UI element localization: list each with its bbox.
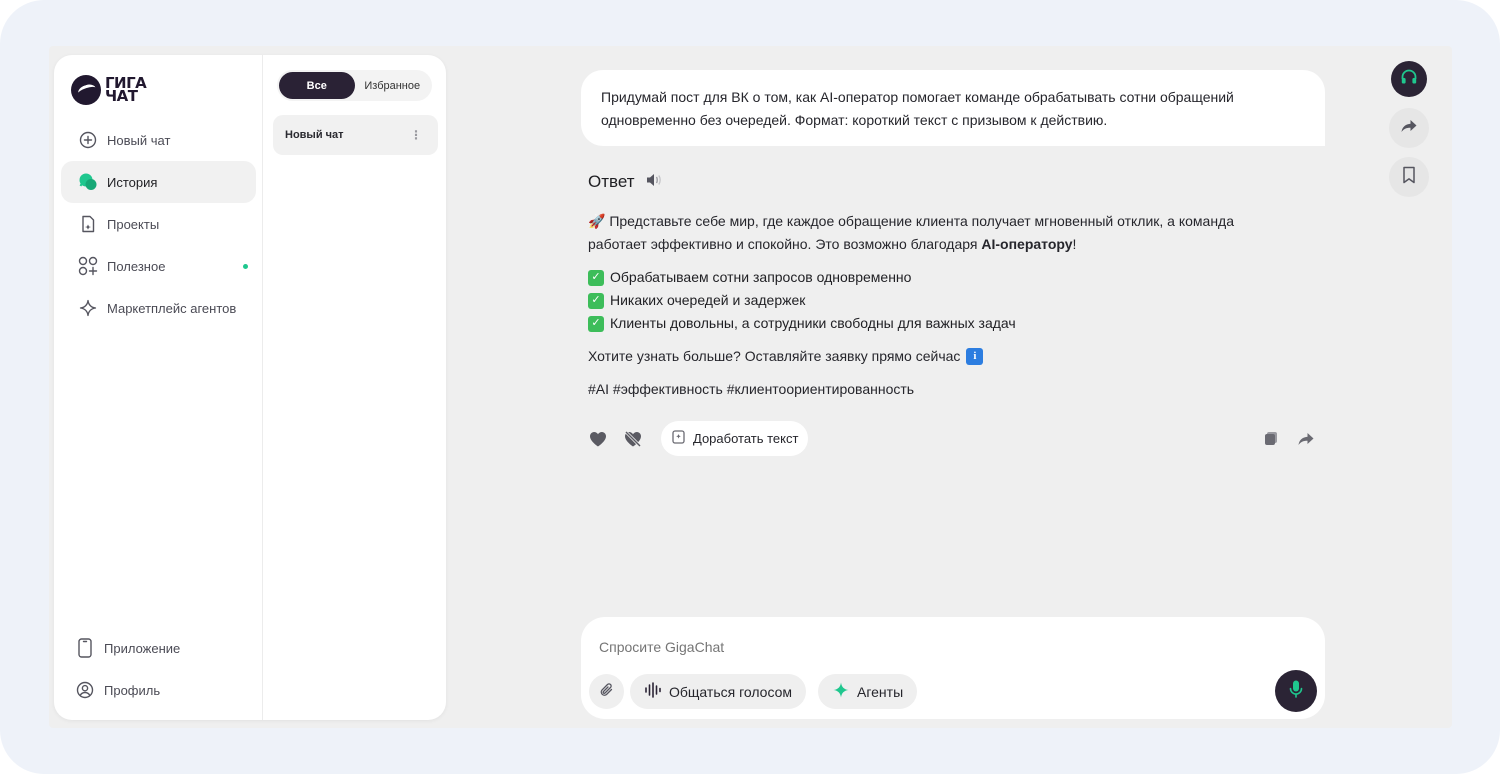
info-icon: i [966,348,984,365]
speaker-icon[interactable] [645,172,663,193]
nav-item-label: Полезное [107,258,166,274]
list-item: ✓ Обрабатываем сотни запросов одновремен… [588,266,1288,289]
dislike-icon[interactable] [623,429,643,449]
share-arrow-icon[interactable] [1296,429,1316,449]
nav-item-label: Маркетплейс агентов [107,300,237,316]
tab-all[interactable]: Все [279,72,355,99]
improve-text-button[interactable]: Доработать текст [661,421,809,456]
gigachat-logo[interactable]: ГИГА ЧАТ [71,74,147,105]
nav-item-label: Проекты [107,216,160,232]
history-column: Все Избранное Новый чат ⋮ [273,70,438,155]
answer-hashtags: #AI #эффективность #клиентоориентированн… [588,381,915,397]
chat-title: Новый чат [285,129,344,141]
answer-intro: 🚀 Представьте себе мир, где каждое обращ… [588,213,1235,252]
logo-text: ГИГА ЧАТ [105,74,147,105]
nav-item-agent-marketplace[interactable]: Маркетплейс агентов [61,287,256,329]
agents-button[interactable]: Агенты [818,674,918,709]
answer-header: Ответ [588,168,1288,196]
answer-cta: Хотите узнать больше? Оставляйте заявку … [588,345,1288,368]
like-heart-icon[interactable] [588,429,608,449]
assistant-answer: Ответ 🚀 Представьте себе мир, где каждое… [588,168,1288,401]
microphone-icon [1288,679,1304,704]
logo-icon [71,75,101,105]
app-window: ГИГА ЧАТ Новый чат История Проекты Полез… [49,46,1452,728]
share-button[interactable] [1389,108,1429,148]
sparkle-icon [832,681,850,702]
apps-grid-icon [78,256,98,276]
nav-item-app[interactable]: Приложение [61,627,256,669]
chat-bubbles-icon [78,172,98,192]
talk-by-voice-button[interactable]: Общаться голосом [630,674,807,709]
checkmark-icon: ✓ [588,269,604,286]
checkmark-icon: ✓ [588,292,604,309]
nav-item-profile[interactable]: Профиль [61,669,256,711]
nav-column: ГИГА ЧАТ Новый чат История Проекты Полез… [54,55,263,720]
phone-icon [75,638,95,658]
message-composer: Общаться голосом Агенты [581,617,1325,719]
list-item: ✓ Клиенты довольны, а сотрудники свободн… [588,312,1288,335]
prompt-input[interactable] [599,639,1239,655]
agents-label: Агенты [857,683,904,700]
new-indicator-dot [243,264,248,269]
nav-item-projects[interactable]: Проекты [61,203,256,245]
answer-bullets: ✓ Обрабатываем сотни запросов одновремен… [588,266,1288,335]
plus-circle-icon [78,130,98,150]
sparkle-icon [78,298,98,318]
improve-text-label: Доработать текст [693,431,799,446]
profile-icon [75,680,95,700]
history-chat-item[interactable]: Новый чат ⋮ [273,115,438,155]
nav-item-label: История [107,174,158,190]
bold-term: AI-оператору [981,236,1073,252]
paperclip-icon [599,682,615,701]
nav-bottom: Приложение Профиль [61,627,256,711]
waveform-icon [644,681,662,702]
bookmark-button[interactable] [1389,157,1429,197]
copy-icon[interactable] [1262,429,1282,449]
headphones-icon [1399,67,1419,92]
nav-item-label: Приложение [104,640,181,656]
answer-title: Ответ [588,172,635,191]
project-file-icon [78,214,98,234]
nav-item-new-chat[interactable]: Новый чат [61,119,256,161]
share-arrow-icon [1399,116,1419,141]
user-message: Придумай пост для ВК о том, как AI-опера… [581,70,1325,146]
nav-item-label: Новый чат [107,132,171,148]
screen-frame: ГИГА ЧАТ Новый чат История Проекты Полез… [0,0,1500,774]
right-rail [1389,61,1431,206]
sidebar: ГИГА ЧАТ Новый чат История Проекты Полез… [54,55,446,720]
list-item: ✓ Никаких очередей и задержек [588,289,1288,312]
magic-wand-icon [671,429,687,448]
answer-actions: Доработать текст [588,420,1318,456]
attach-button[interactable] [589,674,624,709]
microphone-button[interactable] [1275,670,1317,712]
nav-item-useful[interactable]: Полезное [61,245,256,287]
nav-item-label: Профиль [104,682,161,698]
voice-assistant-button[interactable] [1391,61,1427,97]
nav-item-history[interactable]: История [61,161,256,203]
nav-list: Новый чат История Проекты Полезное Марке… [61,119,256,329]
bookmark-icon [1401,166,1417,189]
history-filter-tabs: Все Избранное [277,70,432,101]
tab-favorites[interactable]: Избранное [355,72,431,99]
checkmark-icon: ✓ [588,315,604,332]
more-vertical-icon[interactable]: ⋮ [410,128,422,142]
voice-label: Общаться голосом [669,683,793,700]
rocket-emoji: 🚀 [588,213,606,229]
